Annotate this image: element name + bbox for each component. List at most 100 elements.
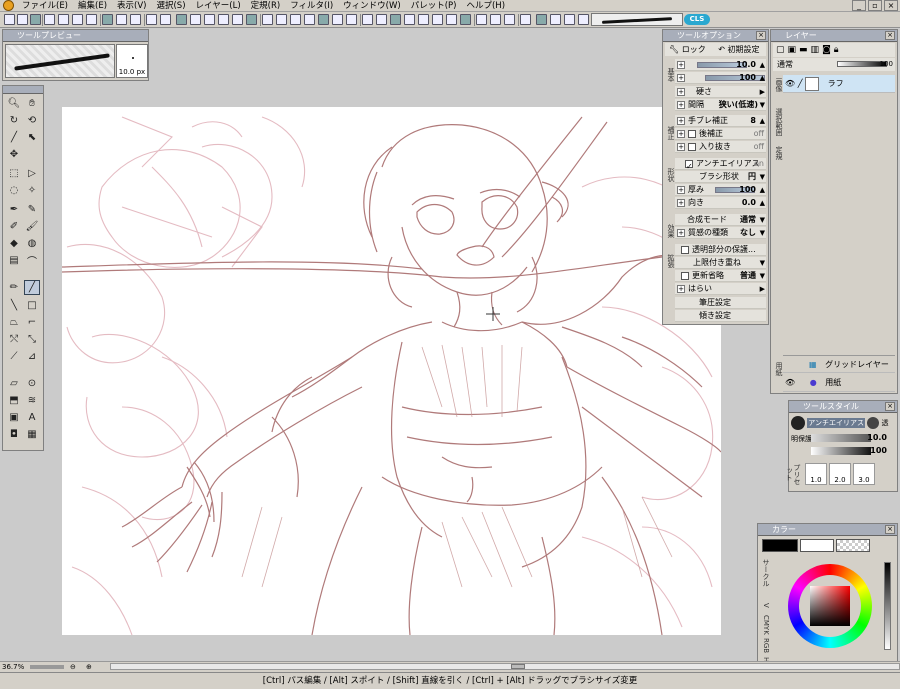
toolbar-button-icon[interactable] xyxy=(276,14,287,25)
rect-select-icon[interactable]: ⬚ xyxy=(6,166,22,181)
toolbar-button-icon[interactable] xyxy=(86,14,97,25)
toolbar-button-icon[interactable] xyxy=(564,14,575,25)
drawing-canvas[interactable] xyxy=(62,107,721,635)
toolbar-button-icon[interactable] xyxy=(146,14,157,25)
tab-image[interactable]: 画像 xyxy=(772,74,783,96)
menu-filter[interactable]: フィルタ(I) xyxy=(285,0,338,11)
sv-square[interactable] xyxy=(810,586,850,626)
stamp-icon[interactable]: ⬒ xyxy=(6,393,22,408)
lock-icon[interactable]: 🔒︎ xyxy=(834,45,839,55)
brush-stroke-preview[interactable] xyxy=(591,13,683,26)
menu-view[interactable]: 表示(V) xyxy=(112,0,151,11)
toolbar-button-icon[interactable] xyxy=(536,14,547,25)
layer-row-paper[interactable]: 👁︎ ● 用紙 xyxy=(783,374,895,392)
sub-color-swatch[interactable] xyxy=(800,539,834,552)
vector-edit-icon[interactable]: ⤲ xyxy=(6,332,22,347)
tab-basic[interactable]: 基本 xyxy=(664,60,675,90)
gradient-icon[interactable]: ▤ xyxy=(6,253,22,268)
reset-icon[interactable]: ↶ xyxy=(718,45,725,54)
app-icon[interactable] xyxy=(3,0,14,11)
brush-icon[interactable]: 🖌︎ xyxy=(24,219,40,234)
menu-help[interactable]: ヘルプ(H) xyxy=(461,0,510,11)
menu-edit[interactable]: 編集(E) xyxy=(73,0,112,11)
tab-extension[interactable]: 拡張 xyxy=(664,246,675,276)
toolbar-button-icon[interactable] xyxy=(520,14,531,25)
lock-icon[interactable]: 🔧︎ xyxy=(669,45,679,54)
toolbar-button-icon[interactable] xyxy=(72,14,83,25)
balloon-tool-icon[interactable]: ◘ xyxy=(6,427,22,442)
thickness-row[interactable]: + 厚み 100 ▲ xyxy=(675,184,766,196)
update-skip-row[interactable]: 更新省略 普通 ▼ xyxy=(675,270,766,282)
new-vector-layer-icon[interactable]: ▣ xyxy=(788,45,797,55)
layer-row-rough[interactable]: 👁︎ ╱ ラフ xyxy=(783,75,895,93)
toolbar-button-icon[interactable] xyxy=(204,14,215,25)
tab-ruler[interactable]: 定規 xyxy=(772,142,783,164)
object-select-icon[interactable]: ⬉ xyxy=(24,130,40,145)
new-layer-icon[interactable]: ▢ xyxy=(776,45,785,55)
menu-palette[interactable]: パレット(P) xyxy=(406,0,462,11)
ruler-edit-icon[interactable]: ⊿ xyxy=(24,349,40,364)
menu-file[interactable]: ファイル(E) xyxy=(17,0,73,11)
layer-blend-mode[interactable]: 通常 xyxy=(777,60,793,69)
toolbar-button-icon[interactable] xyxy=(432,14,443,25)
reset-label[interactable]: 初期設定 xyxy=(728,45,760,54)
visibility-eye-icon[interactable]: 👁︎ xyxy=(785,378,795,387)
antialias-icon[interactable] xyxy=(791,416,805,430)
polyline-tool-icon[interactable]: ⏢ xyxy=(6,315,22,330)
mask-icon[interactable]: ◙ xyxy=(822,45,831,55)
rotate-tool-icon[interactable]: ↻ xyxy=(6,113,22,128)
pressure-settings-row[interactable]: 筆圧設定 xyxy=(675,297,766,309)
toolbar-button-icon[interactable] xyxy=(490,14,501,25)
tilt-settings-row[interactable]: 傾き設定 xyxy=(675,310,766,322)
zoom-tool-icon[interactable]: 🔍︎ xyxy=(6,96,22,111)
toolbar-button-icon[interactable] xyxy=(232,14,243,25)
limit-overlap-row[interactable]: 上限付き重ね ▼ xyxy=(675,257,766,269)
toolbar-button-icon[interactable] xyxy=(476,14,487,25)
tab-preset[interactable]: プリセット xyxy=(785,461,801,487)
toolbar-button-icon[interactable] xyxy=(504,14,515,25)
toolbar-button-icon[interactable] xyxy=(58,14,69,25)
tab-shape[interactable]: 形状 xyxy=(664,160,675,190)
tab-selection[interactable]: 選択範囲 xyxy=(772,102,783,142)
toolbar-button-icon[interactable] xyxy=(304,14,315,25)
horizontal-scrollbar[interactable] xyxy=(110,663,900,670)
toolbar-button-icon[interactable] xyxy=(290,14,301,25)
size-slider[interactable] xyxy=(811,434,871,442)
direction-row[interactable]: + 向き 0.0 ▲ xyxy=(675,197,766,209)
ellipse-tool-icon[interactable]: ⌐ xyxy=(24,315,40,330)
vector-line-icon[interactable]: ⤡ xyxy=(24,332,40,347)
toolbar-button-icon[interactable] xyxy=(246,14,257,25)
polygon-select-icon[interactable]: ▷ xyxy=(24,166,40,181)
text-tool-icon[interactable]: A xyxy=(24,410,40,425)
toolbar-button-icon[interactable] xyxy=(578,14,589,25)
toolbar-button-icon[interactable] xyxy=(362,14,373,25)
rect-tool-icon[interactable]: □ xyxy=(24,298,40,313)
rotate-view-icon[interactable]: ⟲ xyxy=(24,113,40,128)
menu-select[interactable]: 選択(S) xyxy=(151,0,190,11)
visibility-eye-icon[interactable]: 👁︎ xyxy=(785,79,795,88)
toolbar-button-icon[interactable] xyxy=(318,14,329,25)
menu-window[interactable]: ウィンドウ(W) xyxy=(338,0,406,11)
toolbar-button-icon[interactable] xyxy=(346,14,357,25)
toolbar-button-icon[interactable] xyxy=(17,14,28,25)
eyedropper-icon[interactable]: ╱ xyxy=(6,130,22,145)
hand-tool-icon[interactable]: ✋︎ xyxy=(24,96,40,111)
zoom-slider[interactable] xyxy=(30,665,64,669)
toolbar-button-icon[interactable] xyxy=(176,14,187,25)
move-tool-icon[interactable]: ✥ xyxy=(6,147,22,162)
cloud-icon[interactable]: CLS xyxy=(684,14,710,25)
pencil-selected-icon[interactable]: ╱ xyxy=(24,280,40,295)
ruler-tool-icon[interactable]: ⟋ xyxy=(6,349,22,364)
main-color-swatch[interactable] xyxy=(762,539,798,552)
close-icon[interactable]: × xyxy=(885,402,895,411)
toolbar-button-icon[interactable] xyxy=(190,14,201,25)
menu-layer[interactable]: レイヤー(L) xyxy=(191,0,246,11)
magic-wand-icon[interactable]: ✧ xyxy=(24,183,40,198)
lasso-icon[interactable]: ◌ xyxy=(6,183,22,198)
toolbar-button-icon[interactable] xyxy=(44,14,55,25)
search-eraser-icon[interactable]: ⊙ xyxy=(24,376,40,391)
tab-effect[interactable]: 効果 xyxy=(664,216,675,246)
toolbar-button-icon[interactable] xyxy=(160,14,171,25)
menu-ruler[interactable]: 定規(R) xyxy=(246,0,286,11)
brush-flick-row[interactable]: + はらい ▶ xyxy=(675,283,766,295)
